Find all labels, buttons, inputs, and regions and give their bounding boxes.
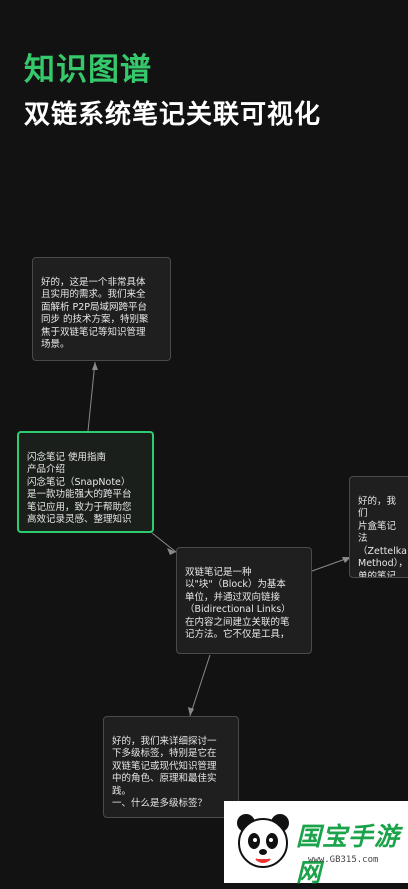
graph-node-selected[interactable]: 闪念笔记 使用指南 产品介绍 闪念笔记（SnapNote） 是一款功能强大的跨平… <box>17 431 154 533</box>
graph-node[interactable]: 好的，我们 片盒笔记法 （Zettelka Method）， 单的笔记技 严谨的… <box>349 476 408 578</box>
graph-node[interactable]: 好的，我们来详细探讨一 下多级标签，特别是它在 双链笔记或现代知识管理 中的角色… <box>103 716 239 818</box>
graph-node[interactable]: 好的，这是一个非常具体 且实用的需求。我们来全 面解析 P2P局域网跨平台 同步… <box>32 257 171 361</box>
node-text: 好的，这是一个非常具体 且实用的需求。我们来全 面解析 P2P局域网跨平台 同步… <box>41 276 149 351</box>
watermark-logo: 国宝手游网 www.GB315.com <box>224 801 408 887</box>
node-text: 好的，我们来详细探讨一 下多级标签，特别是它在 双链笔记或现代知识管理 中的角色… <box>112 735 217 810</box>
edge-arrow <box>188 707 194 716</box>
node-text: 双链笔记是一种 以"块"（Block）为基本 单位，并通过双向链接 （Bidir… <box>185 566 291 641</box>
watermark-url: www.GB315.com <box>308 855 379 865</box>
node-text: 闪念笔记 使用指南 产品介绍 闪念笔记（SnapNote） 是一款功能强大的跨平… <box>27 451 132 526</box>
edge-arrow <box>92 362 98 370</box>
panda-icon <box>237 814 289 868</box>
graph-node[interactable]: 双链笔记是一种 以"块"（Block）为基本 单位，并通过双向链接 （Bidir… <box>176 547 312 654</box>
node-text: 好的，我们 片盒笔记法 （Zettelka Method）， 单的笔记技 严谨的… <box>358 495 408 578</box>
edge <box>151 532 177 553</box>
watermark-brand: 国宝手游网 <box>296 822 401 887</box>
edge <box>87 361 96 432</box>
edge <box>189 654 211 717</box>
